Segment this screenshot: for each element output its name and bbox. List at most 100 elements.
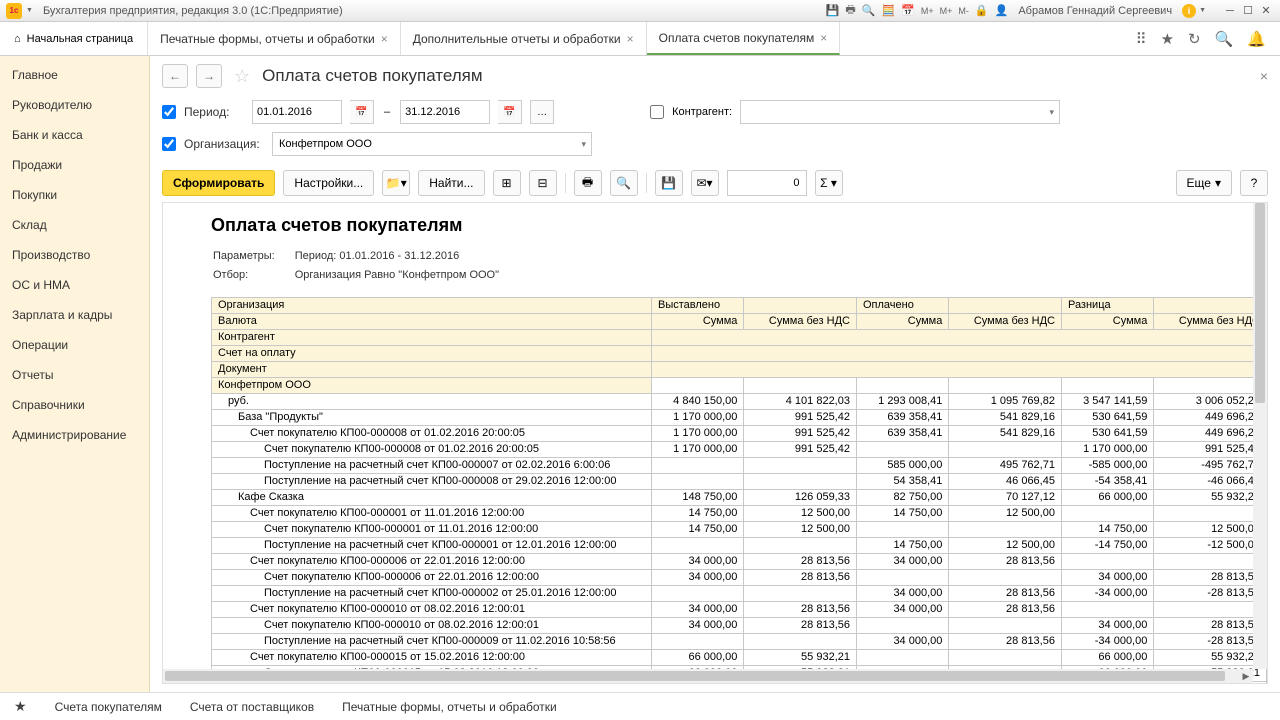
table-row[interactable]: Кафе Сказка148 750,00126 059,3382 750,00…: [212, 490, 1267, 506]
sidebar-item-manager[interactable]: Руководителю: [0, 90, 149, 120]
table-row[interactable]: Поступление на расчетный счет КП00-00000…: [212, 586, 1267, 602]
period-more-button[interactable]: …: [530, 100, 554, 124]
favorite-star-icon[interactable]: ☆: [234, 66, 250, 87]
info-icon[interactable]: i: [1182, 4, 1196, 18]
mminus-icon[interactable]: M+: [940, 6, 953, 16]
mplus-icon[interactable]: M+: [921, 6, 934, 16]
table-row[interactable]: База "Продукты"1 170 000,00991 525,42639…: [212, 410, 1267, 426]
close-icon[interactable]: ×: [820, 31, 827, 45]
apps-icon[interactable]: ⠿: [1136, 30, 1147, 48]
nav-back-button[interactable]: ←: [162, 64, 188, 88]
sidebar-item-main[interactable]: Главное: [0, 60, 149, 90]
calendar-icon[interactable]: 📅: [350, 100, 374, 124]
calendar-icon[interactable]: 📅: [498, 100, 522, 124]
close-icon[interactable]: ×: [381, 32, 388, 46]
nav-forward-button[interactable]: →: [196, 64, 222, 88]
notifications-icon[interactable]: 🔔: [1247, 30, 1266, 48]
footer-link[interactable]: Печатные формы, отчеты и обработки: [342, 700, 557, 714]
footer-link[interactable]: Счета от поставщиков: [190, 700, 314, 714]
tab-additional-reports[interactable]: Дополнительные отчеты и обработки ×: [401, 22, 647, 55]
current-user[interactable]: Абрамов Геннадий Сергеевич: [1018, 5, 1172, 17]
table-row[interactable]: Счет покупателю КП00-000010 от 08.02.201…: [212, 618, 1267, 634]
table-row[interactable]: Поступление на расчетный счет КП00-00000…: [212, 538, 1267, 554]
table-row[interactable]: руб.4 840 150,004 101 822,031 293 008,41…: [212, 394, 1267, 410]
email-icon[interactable]: ✉▾: [691, 170, 719, 196]
close-window-button[interactable]: ✕: [1258, 4, 1274, 18]
preview-icon[interactable]: 🔍: [862, 4, 876, 17]
footer-star-icon[interactable]: ★: [14, 698, 27, 715]
sidebar-item-warehouse[interactable]: Склад: [0, 210, 149, 240]
expand-icon[interactable]: ⊞: [493, 170, 521, 196]
table-row[interactable]: Счет покупателю КП00-000006 от 22.01.201…: [212, 554, 1267, 570]
table-row[interactable]: Поступление на расчетный счет КП00-00000…: [212, 634, 1267, 650]
sigma-icon[interactable]: Σ ▾: [815, 170, 843, 196]
save-settings-button[interactable]: 📁▾: [382, 170, 410, 196]
find-button[interactable]: Найти...: [418, 170, 484, 196]
calc-icon[interactable]: 🧮: [881, 4, 895, 17]
report-area[interactable]: Оплата счетов покупателям Параметры:Пери…: [162, 202, 1268, 684]
minimize-button[interactable]: ─: [1222, 4, 1238, 18]
print-icon[interactable]: 🖶: [574, 170, 602, 196]
table-row[interactable]: Счет покупателю КП00-000001 от 11.01.201…: [212, 522, 1267, 538]
sidebar-item-assets[interactable]: ОС и НМА: [0, 270, 149, 300]
sidebar-item-reports[interactable]: Отчеты: [0, 360, 149, 390]
period-checkbox[interactable]: [162, 105, 176, 119]
sidebar-item-salary[interactable]: Зарплата и кадры: [0, 300, 149, 330]
date-to-input[interactable]: [400, 100, 490, 124]
app-menu-dropdown[interactable]: ▼: [26, 7, 33, 14]
help-button[interactable]: ?: [1240, 170, 1268, 196]
contractor-combo[interactable]: [740, 100, 1060, 124]
info-dropdown[interactable]: ▼: [1199, 7, 1206, 14]
more-button[interactable]: Еще ▾: [1176, 170, 1232, 196]
report-table: ОрганизацияВыставленоОплаченоРазницаВалю…: [211, 297, 1267, 684]
home-tab[interactable]: ⌂ Начальная страница: [0, 22, 148, 55]
table-row[interactable]: Счет покупателю КП00-000008 от 01.02.201…: [212, 426, 1267, 442]
vertical-scrollbar[interactable]: [1253, 203, 1267, 669]
sidebar-item-production[interactable]: Производство: [0, 240, 149, 270]
date-from-input[interactable]: [252, 100, 342, 124]
horizontal-scrollbar[interactable]: ▶: [163, 669, 1253, 683]
table-row[interactable]: Счет покупателю КП00-000008 от 01.02.201…: [212, 442, 1267, 458]
tab-print-forms[interactable]: Печатные формы, отчеты и обработки ×: [148, 22, 401, 55]
table-row[interactable]: Поступление на расчетный счет КП00-00000…: [212, 458, 1267, 474]
home-icon: ⌂: [14, 33, 21, 45]
maximize-button[interactable]: ☐: [1240, 4, 1256, 18]
table-row[interactable]: Счет покупателю КП00-000015 от 15.02.201…: [212, 650, 1267, 666]
sum-input[interactable]: [727, 170, 807, 196]
table-row[interactable]: Поступление на расчетный счет КП00-00000…: [212, 474, 1267, 490]
sidebar-item-bank[interactable]: Банк и касса: [0, 120, 149, 150]
search-icon[interactable]: 🔍: [1215, 30, 1234, 48]
mminus-icon[interactable]: M-: [958, 6, 969, 16]
table-row[interactable]: Счет покупателю КП00-000010 от 08.02.201…: [212, 602, 1267, 618]
report-params: Параметры:Период: 01.01.2016 - 31.12.201…: [211, 246, 501, 285]
close-page-button[interactable]: ×: [1260, 68, 1268, 84]
sidebar-item-purchases[interactable]: Покупки: [0, 180, 149, 210]
organization-checkbox[interactable]: [162, 137, 176, 151]
sidebar-item-admin[interactable]: Администрирование: [0, 420, 149, 450]
table-row[interactable]: Счет покупателю КП00-000001 от 11.01.201…: [212, 506, 1267, 522]
settings-button[interactable]: Настройки...: [283, 170, 374, 196]
save-report-icon[interactable]: 💾: [655, 170, 683, 196]
contractor-checkbox[interactable]: [650, 105, 664, 119]
user-icon[interactable]: 👤: [995, 4, 1009, 17]
sidebar-item-catalogs[interactable]: Справочники: [0, 390, 149, 420]
organization-combo[interactable]: Конфетпром ООО: [272, 132, 592, 156]
table-row[interactable]: Счет покупателю КП00-000006 от 22.01.201…: [212, 570, 1267, 586]
sidebar-item-sales[interactable]: Продажи: [0, 150, 149, 180]
table-row[interactable]: Конфетпром ООО: [212, 378, 1267, 394]
favorites-icon[interactable]: ★: [1161, 30, 1174, 48]
print-preview-icon[interactable]: 🔍: [610, 170, 638, 196]
sidebar: Главное Руководителю Банк и касса Продаж…: [0, 56, 150, 692]
history-icon[interactable]: ↻: [1188, 30, 1201, 48]
generate-button[interactable]: Сформировать: [162, 170, 275, 196]
calendar-icon[interactable]: 📅: [901, 4, 915, 17]
collapse-icon[interactable]: ⊟: [529, 170, 557, 196]
close-icon[interactable]: ×: [627, 32, 634, 46]
lock-icon[interactable]: 🔒: [975, 4, 989, 17]
print-icon[interactable]: 🖶: [845, 1, 855, 20]
save-icon[interactable]: 💾: [826, 4, 840, 17]
tab-payment-accounts[interactable]: Оплата счетов покупателям ×: [647, 22, 841, 55]
tab-label: Дополнительные отчеты и обработки: [413, 32, 621, 46]
footer-link[interactable]: Счета покупателям: [55, 700, 162, 714]
sidebar-item-operations[interactable]: Операции: [0, 330, 149, 360]
